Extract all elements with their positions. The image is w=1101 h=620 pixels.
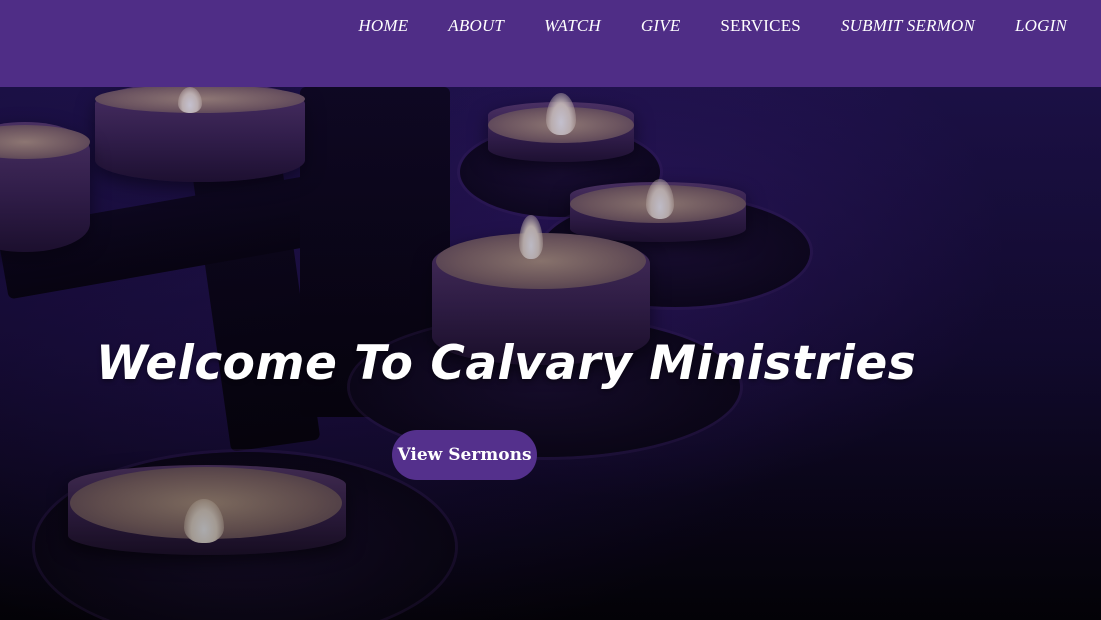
page: HOME ABOUT WATCH GIVE SERVICES SUBMIT SE… [0,0,1101,620]
nav-services-link[interactable]: SERVICES [720,16,801,36]
hero-title: Welcome To Calvary Ministries [96,336,917,391]
nav-submit-sermon-link[interactable]: SUBMIT SERMON [841,16,975,36]
view-sermons-button[interactable]: View Sermons [392,430,537,480]
nav-watch-link[interactable]: WATCH [544,16,601,36]
main-nav: HOME ABOUT WATCH GIVE SERVICES SUBMIT SE… [318,0,1101,52]
nav-home-link[interactable]: HOME [358,16,408,36]
nav-login-link[interactable]: LOGIN [1015,16,1067,36]
site-header: HOME ABOUT WATCH GIVE SERVICES SUBMIT SE… [0,0,1101,87]
nav-about-link[interactable]: ABOUT [448,16,504,36]
nav-give-link[interactable]: GIVE [641,16,681,36]
